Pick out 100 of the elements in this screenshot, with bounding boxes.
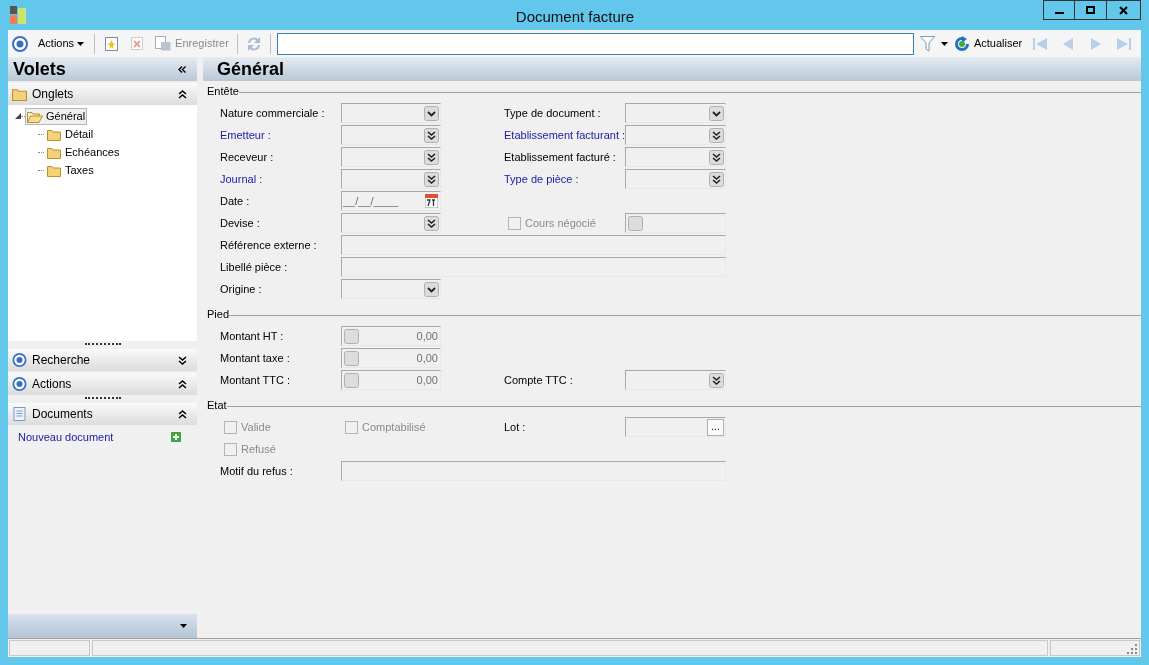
amount-field[interactable] — [625, 213, 726, 233]
dropdown-field[interactable] — [625, 147, 726, 167]
field-label: Journal : — [220, 171, 264, 187]
close-button[interactable] — [1107, 0, 1141, 20]
dropdown-field[interactable] — [341, 279, 441, 299]
tree-item[interactable]: Détail — [44, 125, 96, 143]
square-button-icon[interactable] — [628, 215, 643, 231]
field-label: Référence externe : — [220, 237, 318, 253]
field-label: Devise : — [220, 215, 261, 231]
section-header[interactable]: Recherche — [8, 349, 197, 371]
date-field[interactable]: __/__/____ — [341, 191, 441, 211]
expanded-triangle-icon[interactable] — [15, 113, 21, 119]
collapse-chevron-icon[interactable] — [178, 89, 187, 99]
actions-menu-button[interactable]: Actions — [34, 32, 89, 55]
tree-item[interactable]: Echéances — [44, 143, 122, 161]
document-icon — [12, 407, 27, 421]
double-chevron-button-icon[interactable] — [424, 127, 439, 143]
section-header[interactable]: Actions — [8, 373, 197, 395]
chevron-button-icon[interactable] — [424, 105, 439, 121]
dropdown-field[interactable] — [625, 125, 726, 145]
section-header[interactable]: Onglets — [8, 83, 197, 105]
target-icon[interactable] — [12, 35, 28, 52]
text-field[interactable] — [341, 461, 726, 481]
field-label: Montant taxe : — [220, 350, 291, 366]
folder-icon — [46, 127, 62, 141]
open-folder-icon — [27, 109, 43, 123]
dropdown-field[interactable] — [341, 213, 441, 233]
chevron-button-icon[interactable] — [709, 105, 724, 121]
double-chevron-left-icon[interactable] — [178, 65, 186, 73]
cross-icon — [131, 37, 144, 50]
text-field[interactable] — [341, 235, 726, 255]
dropdown-field[interactable] — [341, 147, 441, 167]
folder-icon — [46, 145, 62, 159]
dropdown-field[interactable] — [341, 103, 441, 123]
field-label: Date : — [220, 193, 251, 209]
group-title: Pied — [207, 307, 230, 323]
double-chevron-button-icon[interactable] — [709, 171, 724, 187]
field-label: Lot : — [504, 419, 527, 435]
double-chevron-button-icon[interactable] — [424, 149, 439, 165]
lookup-field[interactable]: ... — [625, 417, 726, 437]
field-label: Compte TTC : — [504, 372, 574, 388]
add-icon[interactable] — [171, 432, 181, 442]
field-label: Nature commerciale : — [220, 105, 326, 121]
caret-icon — [77, 41, 85, 46]
window-title: Document facture — [514, 7, 636, 27]
caret-icon[interactable] — [940, 41, 948, 46]
dropdown-field[interactable] — [341, 169, 441, 189]
new-document-link[interactable]: Nouveau document — [18, 428, 114, 446]
app-logo-icon — [10, 6, 26, 24]
field-label: Etablissement facturant : — [504, 127, 625, 143]
expand-chevron-icon[interactable] — [178, 355, 187, 365]
field-label: Etablissement facturé : — [504, 149, 617, 165]
dropdown-field[interactable] — [625, 370, 726, 390]
amount-field[interactable]: 0,00 — [341, 326, 441, 346]
dropdown-field[interactable] — [341, 125, 441, 145]
target-icon — [12, 353, 27, 367]
target-icon — [12, 377, 27, 391]
ellipsis-button[interactable]: ... — [707, 418, 724, 436]
search-field[interactable] — [276, 32, 914, 55]
maximize-button[interactable] — [1075, 0, 1107, 20]
close-icon — [1119, 5, 1128, 15]
amount-field[interactable]: 0,00 — [341, 370, 441, 390]
double-chevron-button-icon[interactable] — [709, 149, 724, 165]
collapse-chevron-icon[interactable] — [178, 379, 187, 389]
folder-icon — [46, 163, 62, 177]
minimize-button[interactable] — [1043, 0, 1075, 20]
dropdown-field[interactable] — [625, 169, 726, 189]
sync-arrows-icon — [245, 35, 262, 52]
square-button-icon[interactable] — [344, 372, 359, 388]
page-title: Général — [217, 57, 285, 81]
double-chevron-button-icon[interactable] — [709, 372, 724, 388]
field-label: Type de document : — [504, 105, 602, 121]
field-label: Libellé pièce : — [220, 259, 289, 275]
tree-item[interactable]: Taxes — [44, 161, 96, 179]
pane-title: Volets — [13, 57, 66, 81]
field-label: Origine : — [220, 281, 263, 297]
calendar-icon[interactable] — [425, 194, 438, 208]
section-header[interactable]: Documents — [8, 403, 197, 425]
group-title: Entête — [207, 84, 239, 100]
double-chevron-button-icon[interactable] — [424, 171, 439, 187]
refresh-button[interactable]: Actualiser — [953, 32, 1023, 55]
field-label: Type de pièce : — [504, 171, 580, 187]
text-field[interactable] — [341, 257, 726, 277]
folder-icon — [12, 87, 27, 101]
double-chevron-button-icon[interactable] — [709, 127, 724, 143]
square-button-icon[interactable] — [344, 350, 359, 366]
field-label: Montant HT : — [220, 328, 285, 344]
tree-item[interactable]: Général — [25, 107, 88, 125]
dropdown-field[interactable] — [625, 103, 726, 123]
chevron-button-icon[interactable] — [424, 281, 439, 297]
save-icon — [155, 36, 172, 51]
amount-field[interactable]: 0,00 — [341, 348, 441, 368]
refresh-icon — [953, 35, 970, 52]
field-label: Emetteur : — [220, 127, 272, 143]
field-label: Montant TTC : — [220, 372, 292, 388]
square-button-icon[interactable] — [344, 328, 359, 344]
double-chevron-button-icon[interactable] — [424, 215, 439, 231]
collapse-chevron-icon[interactable] — [178, 409, 187, 419]
resize-grip-icon[interactable] — [1127, 644, 1137, 654]
filter-icon[interactable] — [919, 35, 935, 52]
